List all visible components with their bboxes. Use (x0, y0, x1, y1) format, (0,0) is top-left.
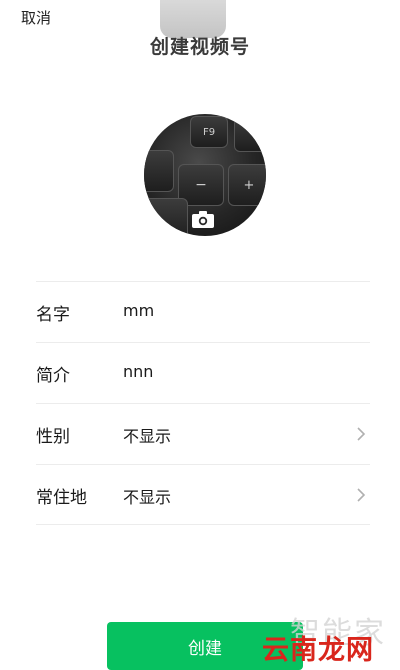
name-field[interactable]: mm (123, 301, 154, 320)
location-value: 不显示 (123, 488, 172, 507)
intro-field[interactable]: nnn (123, 362, 153, 381)
chevron-right-icon[interactable] (354, 486, 368, 504)
key-label-plus: + (243, 177, 255, 193)
form-row-name[interactable]: 名字 mm (36, 281, 370, 342)
keyboard-key-right (234, 118, 266, 152)
keyboard-key-plus: + (228, 164, 266, 206)
page-title: 创建视频号 (149, 36, 250, 58)
gender-label: 性别 (36, 427, 70, 447)
avatar[interactable]: F9 − + (144, 114, 266, 236)
divider (36, 524, 370, 525)
intro-label: 简介 (36, 366, 70, 386)
keyboard-key-f9: F9 (190, 116, 228, 148)
cancel-button[interactable]: 取消 (21, 7, 51, 28)
location-label: 常住地 (36, 488, 87, 508)
name-label: 名字 (36, 305, 70, 325)
form-row-location[interactable]: 常住地 不显示 (36, 464, 370, 525)
key-label-f9: F9 (202, 126, 216, 138)
watermark-logo: 云南龙网 (262, 635, 374, 666)
gender-value: 不显示 (123, 427, 172, 446)
chevron-right-icon[interactable] (354, 425, 368, 443)
camera-icon[interactable] (191, 209, 215, 229)
keyboard-key-bottom (144, 198, 188, 236)
form-row-intro[interactable]: 简介 nnn (36, 342, 370, 403)
keyboard-key-left (144, 150, 174, 192)
key-label-minus: − (195, 177, 207, 193)
form-row-gender[interactable]: 性别 不显示 (36, 403, 370, 464)
